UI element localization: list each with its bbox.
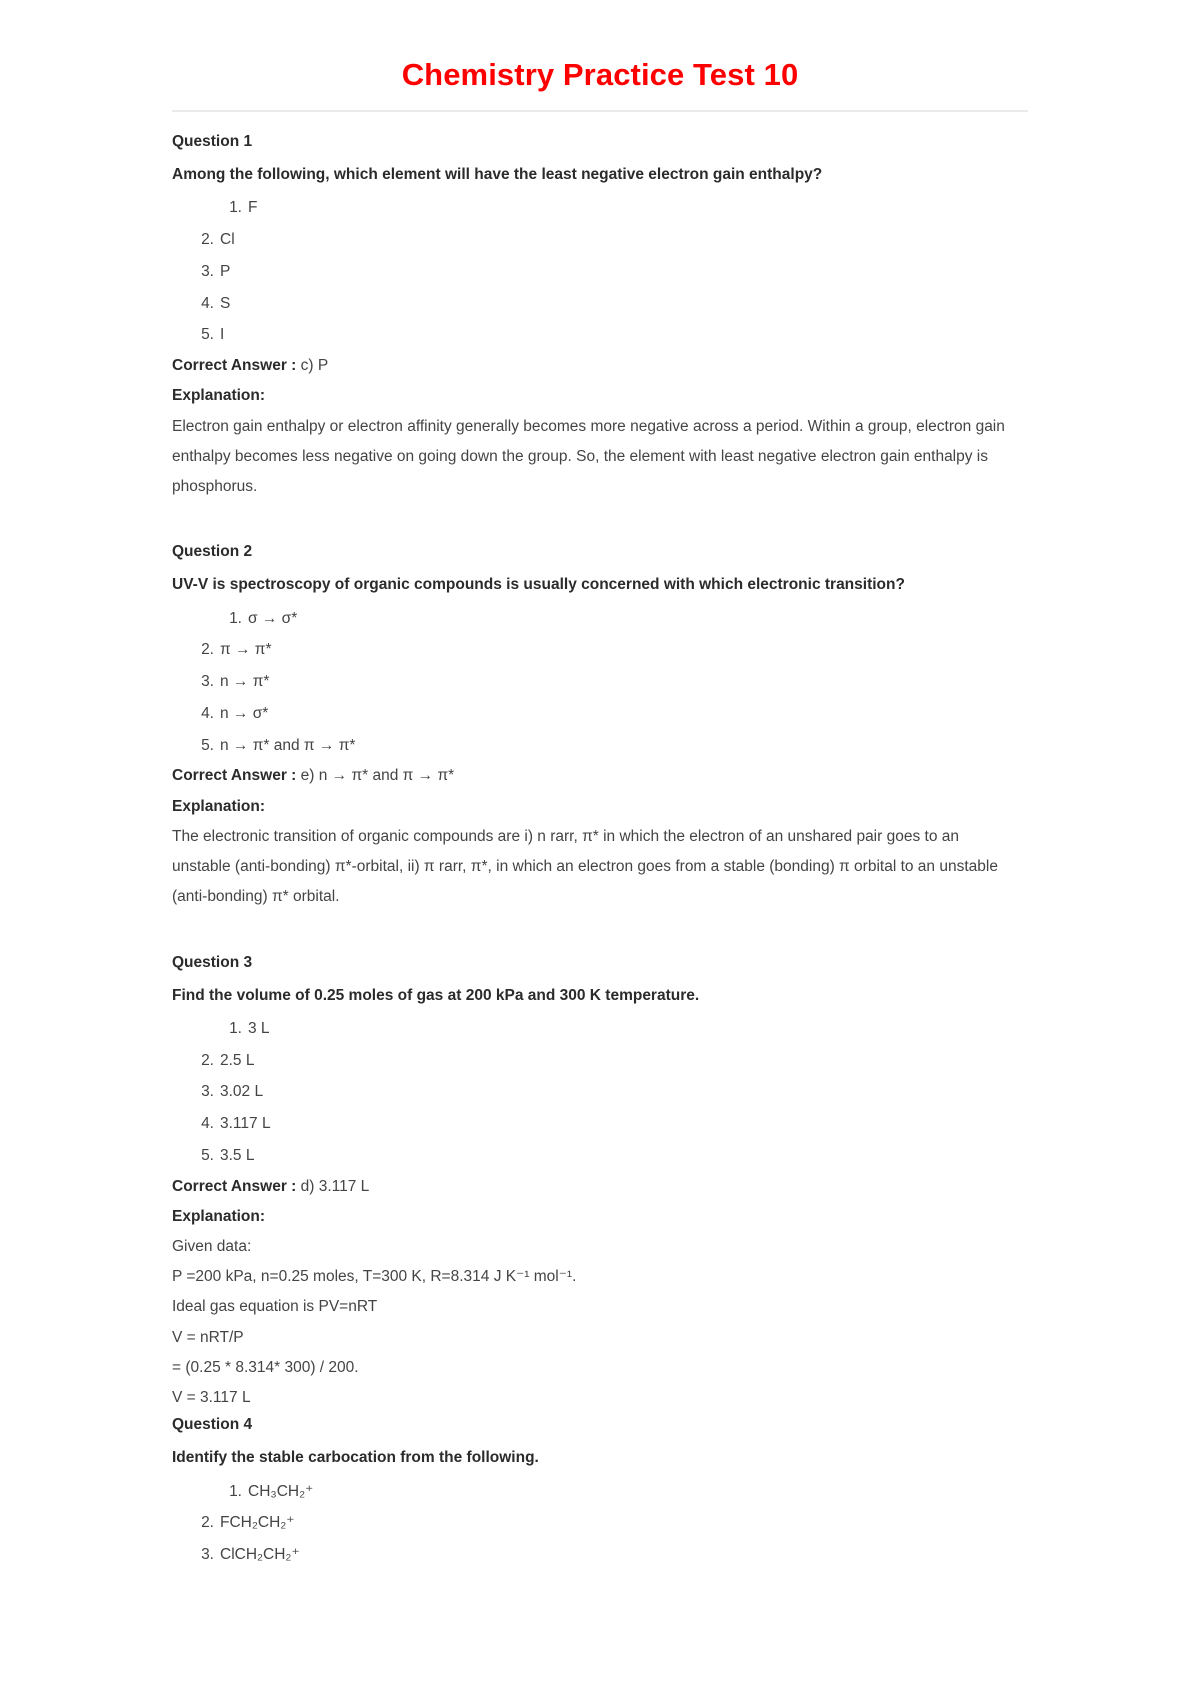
- option-number: 3.: [201, 673, 214, 691]
- correct-answer-label: Correct Answer :: [172, 1177, 297, 1195]
- option-item[interactable]: 1. σ → σ*: [172, 603, 1028, 635]
- options-list: 1. σ → σ* 2. π → π* 3. n → π* 4. n → σ* 5. n …: [172, 603, 1028, 762]
- option-number: 3.: [201, 1083, 214, 1101]
- document-page: Chemistry Practice Test 10 Question 1 Am…: [0, 0, 1200, 1698]
- correct-answer-line: Correct Answer : d) 3.117 L: [172, 1172, 1028, 1202]
- question-label: Question 4: [172, 1416, 253, 1434]
- explanation-text: Electron gain enthalpy or electron affin…: [172, 417, 1005, 496]
- option-label: σ → σ*: [248, 609, 298, 627]
- option-item[interactable]: 3. ClCH₂CH₂⁺: [172, 1539, 1028, 1571]
- explanation-text: The electronic transition of organic com…: [172, 827, 998, 906]
- options-list: 1. CH₃CH₂⁺ 2. FCH₂CH₂⁺ 3. ClCH₂CH₂⁺: [172, 1476, 1028, 1571]
- correct-answer-line: Correct Answer : e) n → π* and π → π*: [172, 761, 1028, 791]
- option-item[interactable]: 5. I: [172, 319, 1028, 351]
- question-block-4: Question 4 Identify the stable carbocati…: [172, 1413, 1028, 1571]
- option-item[interactable]: 2. FCH₂CH₂⁺: [172, 1507, 1028, 1539]
- calculation-line: = (0.25 * 8.314* 300) / 200.: [172, 1358, 359, 1376]
- option-item[interactable]: 4. S: [172, 288, 1028, 320]
- question-label: Question 2: [172, 543, 253, 561]
- question-text: UV-V is spectroscopy of organic compound…: [172, 576, 905, 594]
- option-number: 1.: [229, 199, 242, 217]
- option-label: ClCH₂CH₂⁺: [220, 1546, 300, 1564]
- question-text: Among the following, which element will …: [172, 166, 823, 184]
- option-item[interactable]: 4. 3.117 L: [172, 1108, 1028, 1140]
- question-block-3: Question 3 Find the volume of 0.25 moles…: [172, 951, 1028, 1414]
- option-label: P: [220, 262, 231, 280]
- option-label: Cl: [220, 231, 235, 249]
- correct-answer-value: e) n → π* and π → π*: [300, 767, 455, 785]
- option-label: 3 L: [248, 1019, 270, 1037]
- option-label: 3.117 L: [220, 1115, 271, 1133]
- option-label: 2.5 L: [220, 1051, 255, 1069]
- calculation-line: Ideal gas equation is PV=nRT: [172, 1298, 378, 1316]
- option-item[interactable]: 3. P: [172, 256, 1028, 288]
- option-label: n → π* and π → π*: [220, 736, 356, 754]
- document-body: Question 1 Among the following, which el…: [172, 112, 1028, 1571]
- option-number: 5.: [201, 326, 214, 344]
- option-number: 3.: [201, 1546, 214, 1564]
- option-label: S: [220, 294, 231, 312]
- option-number: 3.: [201, 262, 214, 280]
- question-label: Question 1: [172, 133, 253, 151]
- correct-answer-line: Correct Answer : c) P: [172, 351, 1028, 381]
- option-item[interactable]: 1. 3 L: [172, 1013, 1028, 1045]
- calculation-line: P =200 kPa, n=0.25 moles, T=300 K, R=8.3…: [172, 1268, 577, 1286]
- option-label: 3.02 L: [220, 1083, 264, 1101]
- option-number: 5.: [201, 736, 214, 754]
- option-label: F: [248, 199, 258, 217]
- question-text: Find the volume of 0.25 moles of gas at …: [172, 986, 700, 1004]
- explanation-label: Explanation:: [172, 797, 266, 815]
- option-number: 2.: [201, 641, 214, 659]
- option-item[interactable]: 3. 3.02 L: [172, 1076, 1028, 1108]
- option-number: 2.: [201, 231, 214, 249]
- option-number: 1.: [229, 1019, 242, 1037]
- question-label: Question 3: [172, 953, 253, 971]
- question-text: Identify the stable carbocation from the…: [172, 1449, 539, 1467]
- question-block-1: Question 1 Among the following, which el…: [172, 130, 1028, 502]
- correct-answer-value: d) 3.117 L: [300, 1177, 370, 1195]
- option-number: 5.: [201, 1146, 214, 1164]
- correct-answer-value: c) P: [300, 357, 329, 375]
- option-number: 1.: [229, 609, 242, 627]
- explanation-label: Explanation:: [172, 387, 266, 405]
- option-item[interactable]: 2. 2.5 L: [172, 1045, 1028, 1077]
- option-item[interactable]: 1. F: [172, 192, 1028, 224]
- options-list: 1. 3 L 2. 2.5 L 3. 3.02 L 4. 3.117 L 5. 3.5 L: [172, 1013, 1028, 1172]
- option-label: I: [220, 326, 225, 344]
- option-label: π → π*: [220, 641, 272, 659]
- option-item[interactable]: 5. n → π* and π → π*: [172, 730, 1028, 762]
- explanation-label: Explanation:: [172, 1207, 266, 1225]
- calculation-line: Given data:: [172, 1238, 252, 1255]
- option-number: 4.: [201, 294, 214, 312]
- calculation-line: V = 3.117 L: [172, 1389, 251, 1407]
- option-item[interactable]: 2. Cl: [172, 224, 1028, 256]
- option-item[interactable]: 1. CH₃CH₂⁺: [172, 1476, 1028, 1508]
- option-number: 2.: [201, 1514, 214, 1532]
- correct-answer-label: Correct Answer :: [172, 357, 297, 375]
- question-block-2: Question 2 UV-V is spectroscopy of organ…: [172, 540, 1028, 912]
- option-number: 2.: [201, 1051, 214, 1069]
- options-list: 1. F 2. Cl 3. P 4. S 5. I: [172, 192, 1028, 351]
- option-label: n → σ*: [220, 704, 269, 722]
- correct-answer-label: Correct Answer :: [172, 767, 297, 785]
- page-title: Chemistry Practice Test 10: [401, 57, 799, 92]
- calculation-line: V = nRT/P: [172, 1328, 244, 1346]
- option-label: CH₃CH₂⁺: [248, 1482, 314, 1500]
- option-number: 4.: [201, 1115, 214, 1133]
- option-item[interactable]: 5. 3.5 L: [172, 1140, 1028, 1172]
- option-label: n → π*: [220, 673, 270, 691]
- option-number: 1.: [229, 1482, 242, 1500]
- option-item[interactable]: 3. n → π*: [172, 666, 1028, 698]
- option-number: 4.: [201, 704, 214, 722]
- option-item[interactable]: 2. π → π*: [172, 634, 1028, 666]
- option-label: FCH₂CH₂⁺: [220, 1514, 295, 1532]
- option-item[interactable]: 4. n → σ*: [172, 698, 1028, 730]
- option-label: 3.5 L: [220, 1146, 255, 1164]
